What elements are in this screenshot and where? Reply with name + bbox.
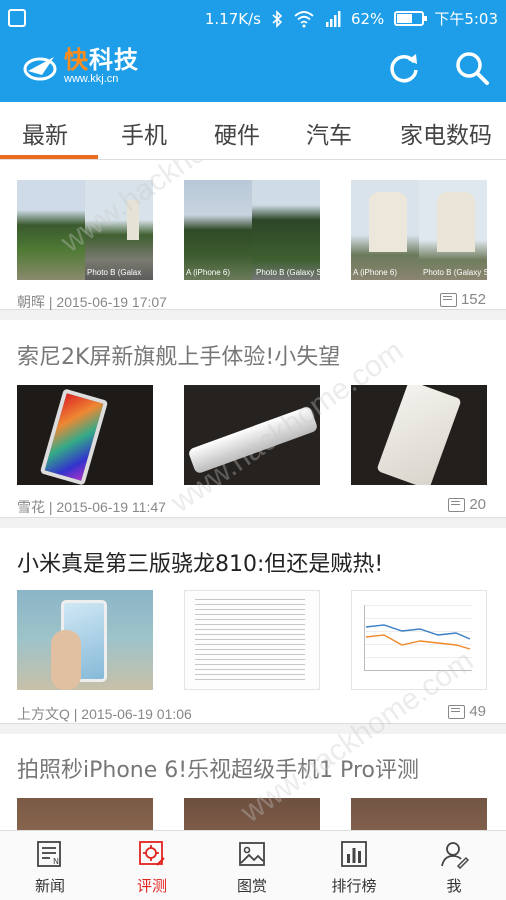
- article-thumbnail: [184, 798, 320, 830]
- clock: 下午5:03: [434, 10, 498, 28]
- comment-count-value: 49: [469, 703, 486, 720]
- article-feed[interactable]: Photo B (Galax A (iPhone 6) Photo B (Gal…: [0, 160, 506, 830]
- article-meta: 雪花 | 2015-06-19 11:47: [17, 499, 166, 515]
- comment-count[interactable]: 152: [439, 291, 486, 308]
- article-title[interactable]: 索尼2K屏新旗舰上手体验!小失望: [17, 339, 340, 371]
- battery-icon: [394, 11, 428, 26]
- article-thumbnail: [17, 798, 153, 830]
- bottom-nav: N 新闻 评测 图赏 排行榜 我: [0, 830, 506, 900]
- article-thumbnail: [184, 385, 320, 485]
- article-thumbnail: [351, 385, 487, 485]
- logo-title-first: 快: [64, 46, 89, 74]
- article-thumbnail: A (iPhone 6) Photo B (Galaxy S6): [351, 180, 487, 280]
- logo-title-rest: 科技: [89, 46, 139, 74]
- svg-text:N: N: [53, 857, 59, 866]
- comment-count[interactable]: 20: [448, 496, 486, 513]
- signal-icon: [325, 10, 341, 27]
- nav-news[interactable]: N 新闻: [10, 839, 90, 896]
- article-title[interactable]: 拍照秒iPhone 6!乐视超级手机1 Pro评测: [17, 752, 419, 784]
- thumbnail-caption: Photo B (Galaxy S6): [423, 268, 487, 277]
- network-speed: 1.17K/s: [204, 9, 261, 28]
- article-thumbnail: A (iPhone 6) Photo B (Galaxy S6): [184, 180, 320, 280]
- nav-review[interactable]: 评测: [112, 839, 192, 896]
- article-card[interactable]: 拍照秒iPhone 6!乐视超级手机1 Pro评测: [0, 734, 506, 830]
- status-bar: 1.17K/s 62% 下午5:03: [0, 0, 506, 36]
- category-tabs: 最新 手机 硬件 汽车 家电数码: [0, 102, 506, 160]
- tab-phones[interactable]: 手机: [121, 116, 167, 150]
- comment-count[interactable]: 49: [448, 703, 486, 720]
- article-thumbnail: Photo B (Galax: [17, 180, 153, 280]
- article-thumbnail: [351, 590, 487, 690]
- thumbnail-caption: Photo B (Galaxy S6): [256, 268, 320, 277]
- tab-hardware[interactable]: 硬件: [214, 116, 260, 150]
- article-thumbnail: [17, 590, 153, 690]
- article-meta: 上方文Q | 2015-06-19 01:06: [17, 706, 192, 722]
- nav-profile-label: 我: [446, 877, 462, 895]
- ranking-icon: [341, 841, 367, 867]
- comment-count-value: 20: [469, 496, 486, 513]
- comment-count-value: 152: [460, 291, 486, 308]
- bluetooth-icon: [272, 9, 283, 28]
- article-thumbnail: [184, 590, 320, 690]
- nav-news-label: 新闻: [34, 877, 65, 895]
- article-thumbnail: [17, 385, 153, 485]
- logo-url: www.kkj.cn: [64, 73, 119, 85]
- article-thumbnail: [351, 798, 487, 830]
- app-logo: 快科技 www.kkj.cn: [22, 48, 139, 85]
- thumbnail-caption: A (iPhone 6): [353, 268, 398, 277]
- screenshot-icon: [8, 9, 26, 27]
- profile-icon: [441, 842, 469, 869]
- status-indicators: 1.17K/s 62% 下午5:03: [205, 8, 498, 29]
- tab-cars[interactable]: 汽车: [306, 116, 352, 150]
- active-tab-indicator: [0, 155, 98, 159]
- wifi-icon: [294, 10, 314, 27]
- article-meta: 朝晖 | 2015-06-19 17:07: [17, 294, 167, 310]
- nav-ranking[interactable]: 排行榜: [314, 839, 394, 896]
- nav-ranking-label: 排行榜: [331, 877, 377, 895]
- article-card[interactable]: Photo B (Galax A (iPhone 6) Photo B (Gal…: [0, 160, 506, 310]
- refresh-icon[interactable]: [386, 50, 422, 86]
- review-icon: [139, 841, 165, 866]
- article-title[interactable]: 小米真是第三版骁龙810:但还是贼热!: [17, 546, 383, 578]
- article-card[interactable]: 索尼2K屏新旗舰上手体验!小失望 雪花 | 2015-06-19 11:47 2…: [0, 320, 506, 518]
- logo-plane-icon: [23, 56, 57, 80]
- tab-appliances[interactable]: 家电数码: [400, 116, 492, 150]
- thumbnail-caption: A (iPhone 6): [186, 268, 231, 277]
- battery-percent: 62%: [350, 9, 385, 28]
- nav-gallery-label: 图赏: [236, 877, 267, 895]
- search-icon[interactable]: [454, 50, 490, 86]
- tab-latest[interactable]: 最新: [22, 116, 68, 150]
- gallery-icon: [239, 842, 265, 866]
- comment-icon: [439, 292, 457, 307]
- nav-review-label: 评测: [136, 877, 167, 895]
- comment-icon: [448, 704, 466, 719]
- nav-gallery[interactable]: 图赏: [212, 839, 292, 896]
- thumbnail-caption: Photo B (Galax: [87, 268, 142, 277]
- article-card[interactable]: 小米真是第三版骁龙810:但还是贼热! 上方文Q | 2015-06-19 01…: [0, 528, 506, 724]
- app-bar: 快科技 www.kkj.cn: [0, 36, 506, 102]
- comment-icon: [448, 497, 466, 512]
- news-icon: N: [37, 841, 61, 867]
- nav-profile[interactable]: 我: [414, 839, 494, 896]
